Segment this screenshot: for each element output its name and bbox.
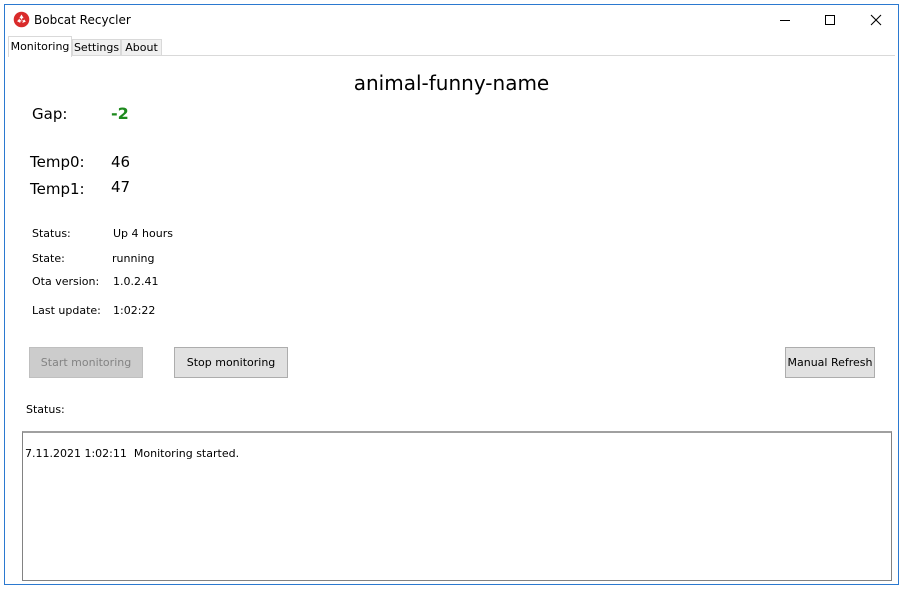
status-value: Up 4 hours (113, 227, 173, 240)
temp1-value: 47 (111, 178, 131, 196)
state-label: State: (32, 252, 65, 265)
app-window: Bobcat Recycler Monitoring Settings Abou… (4, 4, 899, 585)
temp0-value: 46 (111, 153, 131, 171)
tab-about[interactable]: About (121, 39, 162, 56)
close-button[interactable] (853, 5, 899, 35)
close-icon (870, 14, 882, 26)
status-label: Status: (32, 227, 71, 240)
window-title: Bobcat Recycler (34, 13, 131, 27)
device-name: animal-funny-name (353, 71, 550, 95)
maximize-button[interactable] (807, 5, 853, 35)
tab-monitoring[interactable]: Monitoring (8, 36, 72, 57)
manual-refresh-button[interactable]: Manual Refresh (785, 347, 875, 378)
status-log[interactable]: 7.11.2021 1:02:11 Monitoring started. (22, 431, 892, 581)
temp0-label: Temp0: (30, 153, 85, 171)
monitoring-page: animal-funny-name Gap: -2 Temp0: 46 Temp… (8, 55, 895, 582)
start-monitoring-button[interactable]: Start monitoring (29, 347, 143, 378)
temp1-label: Temp1: (30, 180, 85, 198)
gap-label: Gap: (32, 105, 68, 123)
log-label: Status: (26, 403, 65, 416)
title-bar[interactable]: Bobcat Recycler (5, 5, 898, 35)
tab-settings[interactable]: Settings (72, 39, 121, 56)
gap-value: -2 (111, 104, 129, 123)
ota-version-value: 1.0.2.41 (113, 275, 159, 288)
recycle-icon (13, 11, 30, 28)
last-update-label: Last update: (32, 304, 101, 317)
maximize-icon (825, 15, 835, 25)
minimize-button[interactable] (762, 5, 808, 35)
minimize-icon (780, 20, 790, 21)
ota-version-label: Ota version: (32, 275, 100, 288)
log-line: 7.11.2021 1:02:11 Monitoring started. (25, 447, 240, 460)
stop-monitoring-button[interactable]: Stop monitoring (174, 347, 288, 378)
last-update-value: 1:02:22 (113, 304, 156, 317)
state-value: running (112, 252, 155, 265)
